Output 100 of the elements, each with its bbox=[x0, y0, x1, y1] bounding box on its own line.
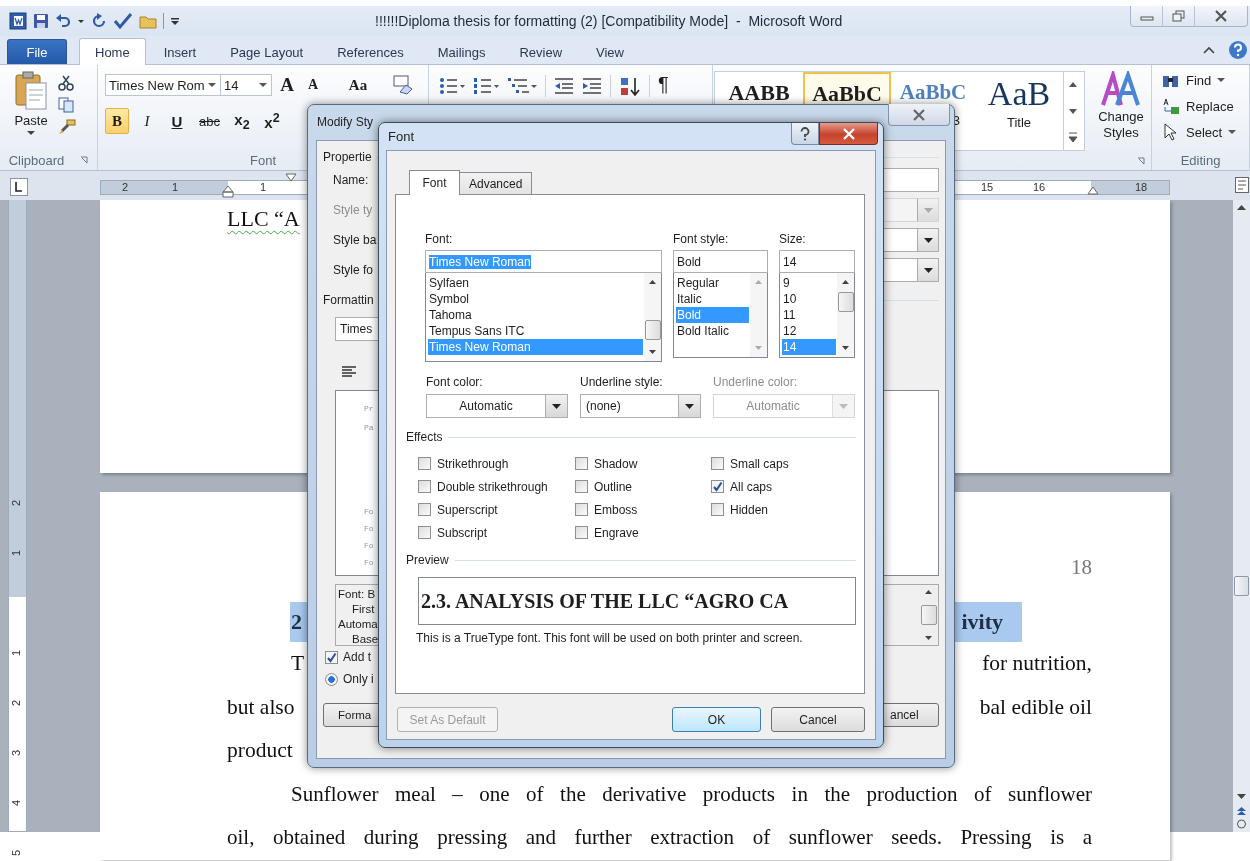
list-item[interactable]: 9 bbox=[782, 275, 836, 291]
checkbox[interactable] bbox=[575, 503, 588, 516]
change-styles-button[interactable]: Change Styles bbox=[1091, 71, 1151, 141]
checkbox[interactable] bbox=[418, 526, 431, 539]
editing-button[interactable]: Select bbox=[1162, 122, 1237, 142]
font-style-button[interactable]: x$_{2}$ bbox=[229, 108, 254, 134]
styles-icon bbox=[1101, 71, 1141, 107]
list-item[interactable]: Italic bbox=[676, 291, 749, 307]
font-size-field[interactable]: 14 bbox=[220, 74, 272, 96]
font-style-button[interactable]: U bbox=[165, 108, 189, 134]
numbered-list-icon[interactable] bbox=[473, 77, 499, 95]
shrink-font-button[interactable]: A bbox=[302, 77, 324, 93]
help-icon[interactable] bbox=[1228, 40, 1248, 60]
ruler-number: 2 bbox=[10, 699, 23, 707]
section-label: Preview bbox=[406, 553, 449, 567]
redo-icon[interactable] bbox=[91, 13, 107, 29]
radio-label: Only i bbox=[343, 672, 374, 686]
font-style-button[interactable]: x$^{2}$ bbox=[259, 108, 284, 134]
dropdown-field[interactable]: Automatic bbox=[426, 394, 568, 418]
checkbox[interactable] bbox=[418, 503, 431, 516]
scroll-thumb[interactable] bbox=[644, 320, 661, 340]
dialog-button[interactable]: Cancel bbox=[771, 707, 865, 732]
radio-button[interactable] bbox=[325, 672, 338, 686]
help-button[interactable] bbox=[791, 123, 819, 145]
dialog-launcher-icon[interactable] bbox=[1137, 156, 1145, 165]
list-item[interactable]: 10 bbox=[782, 291, 836, 307]
ribbon-tab[interactable]: Insert bbox=[147, 39, 213, 64]
preview-text: Pa bbox=[364, 423, 374, 432]
tab-stop-icon[interactable] bbox=[10, 178, 28, 196]
show-formatting-button[interactable]: ¶ bbox=[658, 73, 669, 96]
undo-icon[interactable] bbox=[55, 13, 71, 29]
document-icon[interactable] bbox=[9, 12, 27, 30]
grow-font-button[interactable]: A bbox=[276, 74, 298, 96]
eraser-icon[interactable] bbox=[392, 75, 414, 95]
font-style-button[interactable]: I bbox=[135, 108, 159, 134]
dialog-tab[interactable]: Font bbox=[409, 170, 460, 195]
sort-icon[interactable] bbox=[619, 77, 641, 97]
scroll-thumb[interactable] bbox=[1234, 576, 1249, 596]
style-sample: AABB bbox=[728, 80, 790, 106]
font-style-button[interactable]: B bbox=[105, 108, 129, 134]
change-case-button[interactable]: Aa bbox=[340, 76, 376, 94]
list-item[interactable]: Regular bbox=[676, 275, 749, 291]
scroll-thumb[interactable] bbox=[837, 292, 854, 312]
font-style-button[interactable]: abc bbox=[195, 108, 224, 134]
editing-button[interactable]: Find bbox=[1162, 70, 1226, 90]
checkbox[interactable] bbox=[575, 457, 588, 470]
style-item[interactable]: AaB Title bbox=[975, 72, 1063, 148]
clipboard-icon bbox=[14, 71, 48, 111]
ribbon-tab[interactable]: References bbox=[321, 39, 420, 64]
list-item[interactable]: 11 bbox=[782, 307, 836, 323]
multilevel-list-icon[interactable] bbox=[507, 77, 537, 95]
font-name-field[interactable]: Times New Rom bbox=[105, 74, 221, 96]
close-button[interactable] bbox=[888, 104, 950, 126]
right-indent-icon[interactable] bbox=[1087, 185, 1099, 195]
dialog-launcher-icon[interactable] bbox=[80, 156, 89, 164]
list-item[interactable]: Tahoma bbox=[428, 307, 643, 323]
view-ruler-icon[interactable] bbox=[1235, 177, 1249, 193]
dialog-tab[interactable]: Advanced bbox=[459, 172, 533, 194]
list-item[interactable]: 12 bbox=[782, 323, 836, 339]
text-field[interactable]: 14 bbox=[779, 250, 855, 273]
list-item[interactable]: Bold Italic bbox=[676, 323, 749, 339]
ribbon-tab[interactable]: Review bbox=[503, 39, 578, 64]
checkbox[interactable] bbox=[325, 650, 338, 664]
ribbon-tab[interactable]: Page Layout bbox=[214, 39, 320, 64]
checkbox[interactable] bbox=[418, 480, 431, 493]
group-label: Clipboard bbox=[8, 152, 65, 168]
group-label: Editing bbox=[1180, 152, 1221, 168]
checkbox-label: All caps bbox=[730, 479, 773, 494]
scissors-icon[interactable] bbox=[58, 75, 74, 91]
spelling-check-icon[interactable] bbox=[113, 12, 133, 30]
dropdown-field[interactable]: (none) bbox=[580, 394, 701, 418]
decrease-indent-icon[interactable] bbox=[554, 77, 574, 95]
checkbox[interactable] bbox=[575, 480, 588, 493]
checkbox[interactable] bbox=[711, 480, 724, 493]
list-item[interactable]: Sylfaen bbox=[428, 275, 643, 291]
editing-button[interactable]: Replace bbox=[1162, 96, 1234, 116]
align-left-icon[interactable] bbox=[341, 365, 357, 379]
ribbon-tab[interactable]: Home bbox=[79, 38, 146, 65]
checkbox[interactable] bbox=[711, 457, 724, 470]
ribbon-tab[interactable]: Mailings bbox=[421, 39, 502, 64]
bullet-list-icon[interactable] bbox=[439, 77, 465, 95]
scroll-thumb[interactable] bbox=[920, 605, 937, 625]
list-item[interactable]: Symbol bbox=[428, 291, 643, 307]
text-field[interactable]: Bold bbox=[673, 250, 768, 273]
ribbon-tab[interactable]: File bbox=[7, 39, 67, 64]
paste-button[interactable]: Paste bbox=[14, 71, 48, 143]
close-button[interactable] bbox=[819, 123, 878, 145]
copy-icon[interactable] bbox=[58, 97, 74, 113]
ribbon-tab[interactable]: View bbox=[580, 39, 640, 64]
increase-indent-icon[interactable] bbox=[582, 77, 602, 95]
checkbox[interactable] bbox=[711, 503, 724, 516]
list-item[interactable]: Tempus Sans ITC bbox=[428, 323, 643, 339]
checkbox[interactable] bbox=[575, 526, 588, 539]
save-icon[interactable] bbox=[33, 13, 49, 29]
paintbrush-icon[interactable] bbox=[58, 119, 76, 135]
body-text: product bbox=[227, 738, 293, 764]
checkbox-label: Double strikethrough bbox=[437, 479, 548, 494]
dialog-button[interactable]: OK bbox=[672, 707, 761, 732]
collapse-ribbon-icon[interactable] bbox=[1202, 44, 1216, 56]
checkbox[interactable] bbox=[418, 457, 431, 470]
